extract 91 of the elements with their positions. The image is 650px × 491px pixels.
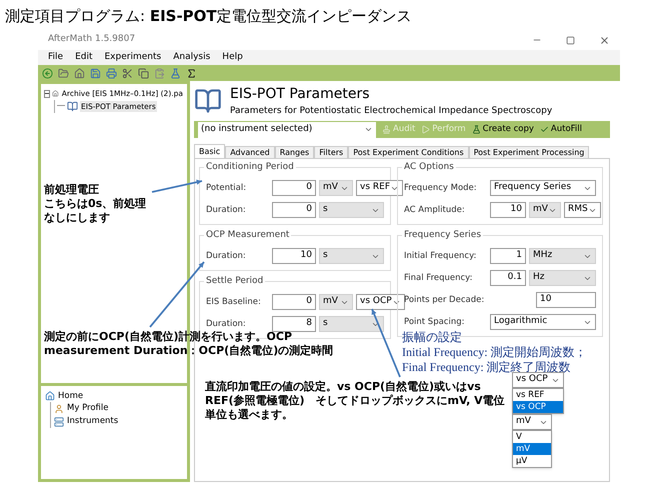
field-label: EIS Baseline: [206,296,262,308]
book-icon [67,101,78,112]
field-label: Final Frequency: [404,272,474,284]
collapse-icon[interactable] [44,90,50,98]
instrument-dropdown[interactable]: (no instrument selected) [198,122,376,138]
field-label: AC Amplitude: [404,204,466,216]
copy-icon[interactable] [138,68,149,78]
back-icon[interactable] [42,68,53,78]
field-label: Initial Frequency: [404,250,478,262]
input-field[interactable]: 0 [272,294,316,310]
dropdown[interactable]: Logarithmic [490,314,596,330]
menu-item[interactable]: File [48,50,64,64]
house-icon[interactable] [74,68,85,78]
input-field[interactable]: 10 [536,292,596,308]
reference-dropdown[interactable]: vs OCP [356,294,405,310]
tab[interactable]: Post Experiment Conditions [348,146,469,158]
action-icon [540,125,549,134]
menu-item[interactable]: Edit [75,50,92,64]
dropdown-option[interactable]: mV [513,443,551,455]
flask-icon[interactable] [170,68,181,78]
action-icon [472,125,481,134]
dropdown[interactable]: vs OCP [512,372,564,388]
panel-title: EIS-POT Parameters [230,84,371,104]
tab[interactable]: Post Experiment Processing [468,146,590,158]
field-label: Potential: [206,182,248,194]
toolbar-button[interactable]: Create copy [472,123,534,136]
scissors-icon[interactable] [122,68,133,78]
unit-dropdown[interactable]: Hz [529,270,596,286]
printer-icon[interactable] [106,68,117,78]
menu-item[interactable]: Help [222,50,243,64]
unit-dropdown[interactable]: mV [319,294,353,310]
nav-item[interactable]: Instruments [67,415,118,428]
input-field[interactable]: 1 [490,248,526,264]
input-field[interactable]: 10 [272,248,316,264]
input-field[interactable]: 0 [272,180,316,196]
annotation-text: 直流印加電圧の値の設定。vs OCP(自然電位)或いはvs REF(参照電極電位) そしてドロップボックスにmV, V電位単位も選べます。 [205,380,505,422]
arrow [149,261,205,328]
folder-icon[interactable] [58,68,69,78]
book-icon [194,87,222,115]
input-field[interactable]: 8 [272,316,316,332]
unit-dropdown[interactable]: s [319,316,384,332]
tab[interactable]: Ranges [274,146,314,158]
annotation-text: 前処理電圧 こちらは0s、前処理なしにします [44,183,148,224]
menu-item[interactable]: Experiments [104,50,162,64]
field-label: Duration: [206,250,247,262]
dropdown-option[interactable]: vs REF [513,389,563,401]
chevron-icon [364,125,373,134]
device-icon [54,416,64,426]
unit-dropdown[interactable]: mV [529,202,561,218]
save-icon[interactable] [90,68,101,78]
dropdown-option[interactable]: V [513,431,551,443]
house-icon [52,88,59,99]
window-title: AfterMath 1.5.9807 [48,33,136,46]
unit-dropdown[interactable]: mV [319,180,353,196]
input-field[interactable]: 10 [490,202,526,218]
dropdown[interactable]: mV [512,414,552,430]
dropdown-option[interactable]: μV [513,455,551,467]
field-label: Point Spacing: [404,316,466,328]
panel-subtitle: Parameters for Potentiostatic Electrochemical Impedance Spectroscopy [230,104,552,118]
tab[interactable]: Filters [314,146,348,158]
unit-dropdown[interactable]: s [319,202,384,218]
field-label: Frequency Mode: [404,182,478,194]
people-icon [54,404,64,414]
tab[interactable]: Basic [194,144,226,158]
field-label: Duration: [206,204,247,216]
field-label: Duration: [206,318,247,330]
unit-dropdown[interactable]: MHz [529,248,596,264]
input-field[interactable]: 0 [272,202,316,218]
arrow [371,308,401,378]
nav-item[interactable]: My Profile [67,402,108,415]
reference-dropdown[interactable]: RMS [564,202,601,218]
input-field[interactable]: 0.1 [490,270,526,286]
action-icon [382,125,391,134]
annotation-text: 振幅の設定 Initial Frequency: 測定開始周波数； Final Frequency: 測定終了周波数 [402,330,588,374]
page-title: 測定項目プログラム: EIS-POT定電位型交流インピーダンス [5,6,412,27]
house-icon [45,391,55,401]
reference-dropdown[interactable]: vs REF [356,180,403,196]
arrow [152,180,202,193]
nav-item[interactable]: Home [58,390,84,402]
close-icon[interactable] [599,34,610,46]
paste-icon[interactable] [154,68,165,78]
unit-dropdown[interactable]: s [319,248,384,264]
toolbar-button[interactable]: AutoFill [540,123,582,136]
sigma-icon[interactable] [186,68,197,78]
dropdown-option[interactable]: vs OCP [513,401,563,413]
maximize-icon[interactable] [566,36,575,44]
tab[interactable]: Advanced [225,146,275,158]
menu-item[interactable]: Analysis [173,50,210,64]
action-icon [421,125,430,134]
dropdown[interactable]: Frequency Series [490,180,596,196]
field-label: Points per Decade: [404,294,486,306]
